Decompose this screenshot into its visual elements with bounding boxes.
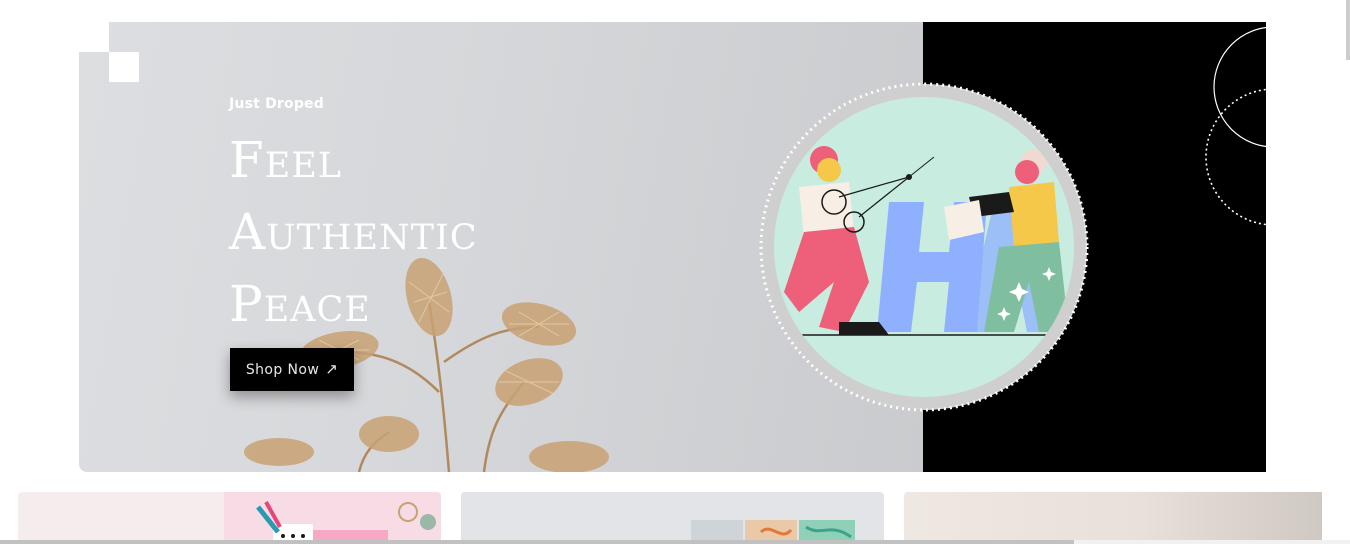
shop-now-button[interactable]: Shop Now ↗ (230, 348, 354, 391)
card-neutral[interactable] (904, 492, 1327, 544)
stationery-image (224, 492, 441, 544)
two-people-building-letters-illustration (759, 82, 1089, 412)
shop-now-label: Shop Now (245, 361, 320, 378)
headline-line-2: Authentic (229, 203, 478, 261)
hero-corner-square (109, 52, 139, 82)
hero-corner-notch (79, 22, 109, 52)
headline-line-3: Peace (229, 275, 371, 333)
horizontal-scrollbar-thumb[interactable] (0, 540, 1074, 544)
page: Just Droped Feel Authentic Peace Shop No… (0, 0, 1350, 544)
neutral-backdrop-image (1322, 492, 1327, 544)
card-stationery[interactable] (18, 492, 441, 544)
card-marble[interactable] (461, 492, 884, 544)
vertical-scrollbar[interactable] (1346, 0, 1350, 60)
decorative-rings (1205, 26, 1266, 226)
marble-art-image (691, 520, 855, 544)
hero-headline: Feel Authentic Peace (229, 124, 649, 340)
hero-banner: Just Droped Feel Authentic Peace Shop No… (79, 22, 1266, 472)
headline-line-1: Feel (229, 131, 343, 189)
arrow-up-right-icon: ↗ (325, 360, 339, 378)
hero-eyebrow: Just Droped (229, 96, 324, 112)
